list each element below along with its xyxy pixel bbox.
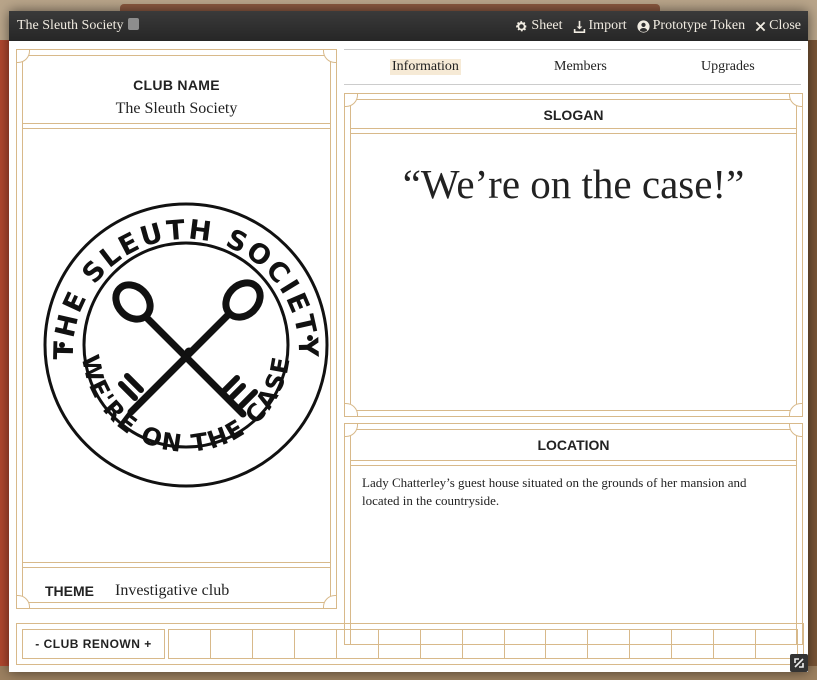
club-logo-image[interactable]: THE SLEUTH SOCIETY WE'RE ON THE CASE: [43, 202, 329, 488]
close-button[interactable]: Close: [755, 18, 801, 34]
renown-box[interactable]: [251, 629, 295, 659]
renown-box[interactable]: [671, 629, 715, 659]
window-title: The Sleuth Society: [17, 18, 139, 34]
theme-label: THEME: [45, 583, 94, 599]
import-button[interactable]: Import: [573, 18, 627, 34]
renown-box[interactable]: [293, 629, 337, 659]
sheet-content: CLUB NAME The Sleuth Society THE SLEUTH …: [9, 41, 808, 672]
document-icon: [127, 18, 139, 30]
slogan-panel: SLOGAN “We’re on the case!”: [344, 93, 803, 417]
renown-boxes: [168, 629, 799, 659]
resize-icon: [794, 658, 804, 668]
close-icon: [755, 21, 766, 31]
club-renown-track: - CLUB RENOWN +: [16, 623, 804, 665]
sheet-button-label: Sheet: [531, 18, 563, 33]
renown-box[interactable]: [168, 629, 211, 659]
renown-box[interactable]: [545, 629, 589, 659]
tab-information[interactable]: Information: [390, 59, 461, 75]
renown-box[interactable]: [461, 629, 505, 659]
location-panel: LOCATION Lady Chatterley’s guest house s…: [344, 423, 803, 645]
prototype-token-button[interactable]: Prototype Token: [637, 18, 745, 34]
sheet-button[interactable]: Sheet: [515, 18, 563, 34]
user-circle-icon: [637, 19, 650, 33]
club-identity-panel: CLUB NAME The Sleuth Society THE SLEUTH …: [16, 49, 337, 609]
location-field[interactable]: Lady Chatterley’s guest house situated o…: [362, 474, 782, 510]
close-button-label: Close: [769, 18, 801, 33]
renown-box[interactable]: [503, 629, 547, 659]
download-icon: [573, 20, 585, 33]
renown-box[interactable]: [377, 629, 421, 659]
renown-box[interactable]: [713, 629, 757, 659]
renown-box[interactable]: [209, 629, 253, 659]
club-name-label: CLUB NAME: [133, 77, 220, 93]
tab-upgrades[interactable]: Upgrades: [701, 59, 755, 75]
renown-box[interactable]: [587, 629, 631, 659]
resize-handle[interactable]: [790, 654, 808, 672]
import-button-label: Import: [588, 18, 627, 33]
club-renown-stepper[interactable]: - CLUB RENOWN +: [22, 629, 165, 659]
slogan-field[interactable]: “We’re on the case!”: [345, 160, 802, 208]
location-label: LOCATION: [537, 437, 610, 453]
club-name-field[interactable]: The Sleuth Society: [17, 100, 336, 118]
slogan-label: SLOGAN: [543, 107, 604, 123]
gear-icon: [516, 20, 528, 31]
theme-field[interactable]: Investigative club: [115, 582, 229, 600]
renown-box[interactable]: [419, 629, 463, 659]
window-titlebar[interactable]: The Sleuth Society Sheet Import Prototyp…: [9, 11, 808, 41]
sheet-tabs: Information Members Upgrades: [344, 49, 801, 85]
renown-box[interactable]: [629, 629, 673, 659]
prototype-token-button-label: Prototype Token: [652, 18, 746, 33]
tab-members[interactable]: Members: [554, 59, 607, 75]
window-title-text: The Sleuth Society: [17, 18, 124, 33]
renown-box[interactable]: [335, 629, 379, 659]
club-sheet-window: The Sleuth Society Sheet Import Prototyp…: [9, 11, 808, 672]
